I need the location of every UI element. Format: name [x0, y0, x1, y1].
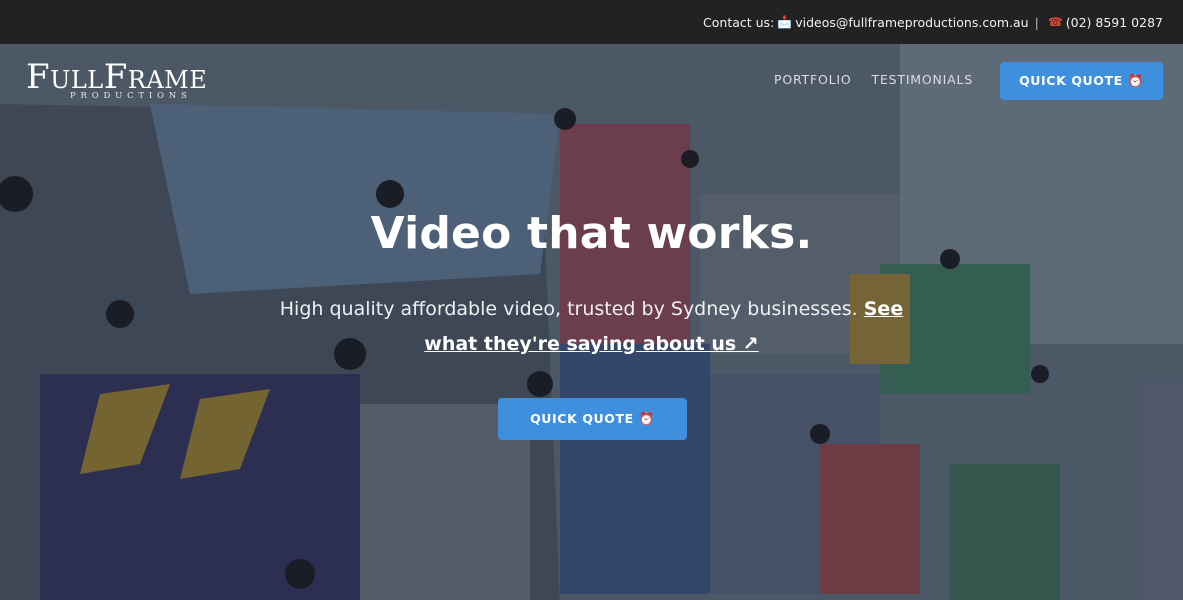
- hero-quick-quote-button[interactable]: QUICK QUOTE ⏰: [498, 398, 687, 440]
- hero-section: FullFrame PRODUCTIONS PORTFOLIO TESTIMON…: [0, 44, 1183, 600]
- logo[interactable]: FullFrame PRODUCTIONS: [26, 60, 207, 101]
- email-link[interactable]: videos@fullframeproductions.com.au: [795, 15, 1028, 30]
- nav-quick-quote-button[interactable]: QUICK QUOTE ⏰: [1000, 62, 1163, 100]
- main-nav: PORTFOLIO TESTIMONIALS: [774, 72, 973, 87]
- hero-subline-text: High quality affordable video, trusted b…: [279, 298, 858, 320]
- contact-bar: Contact us: 📩 videos@fullframeproduction…: [0, 0, 1183, 44]
- nav-portfolio[interactable]: PORTFOLIO: [774, 72, 852, 87]
- phone-link[interactable]: (02) 8591 0287: [1066, 15, 1163, 30]
- logo-subtext: PRODUCTIONS: [70, 91, 192, 101]
- logo-wordmark: FullFrame: [26, 57, 208, 97]
- hero-headline: Video that works.: [370, 208, 813, 259]
- hero-subline: High quality affordable video, trusted b…: [276, 292, 907, 362]
- telephone-icon: ☎: [1047, 15, 1063, 29]
- contact-separator: |: [1034, 14, 1039, 30]
- contact-label: Contact us:: [703, 14, 775, 30]
- inbox-tray-icon: 📩: [777, 15, 793, 29]
- nav-testimonials[interactable]: TESTIMONIALS: [872, 72, 974, 87]
